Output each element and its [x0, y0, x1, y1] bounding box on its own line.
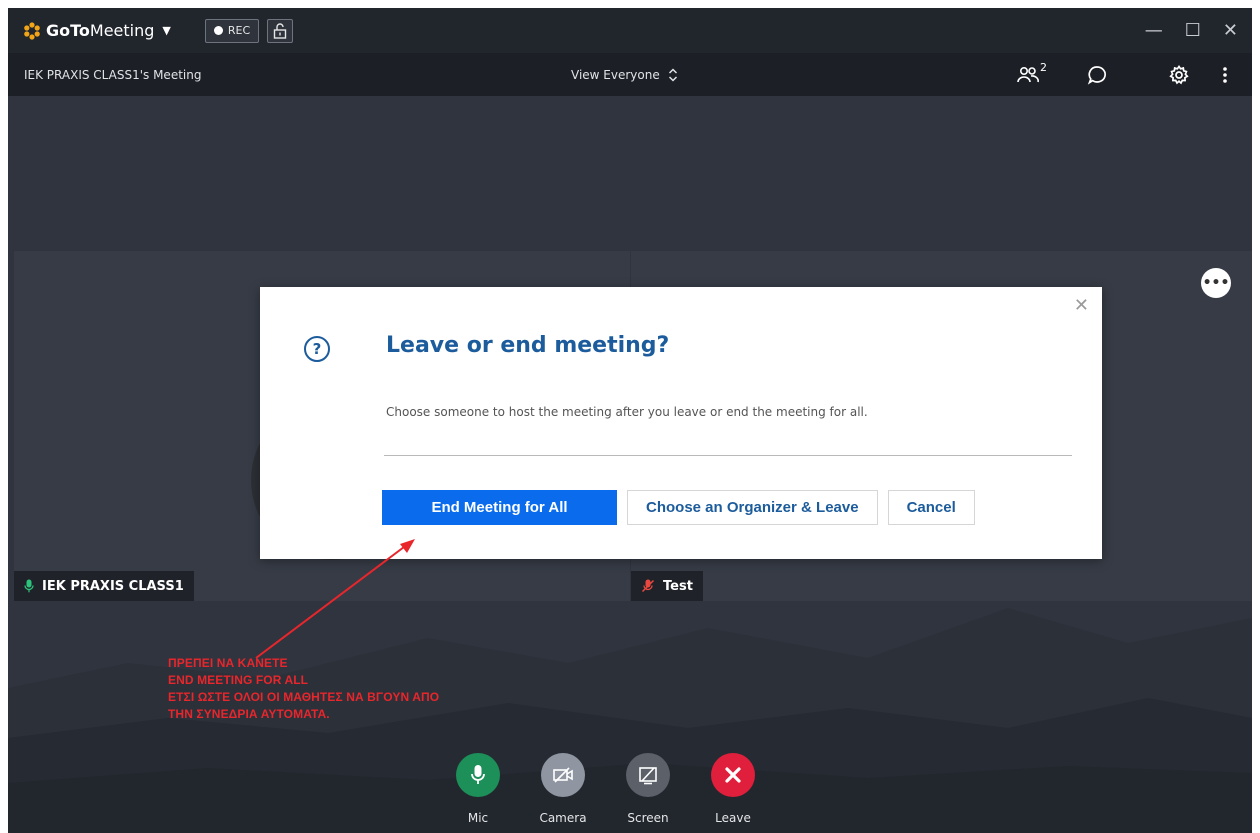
window-controls: — ☐ ✕ [1145, 21, 1238, 40]
logo-text-light: Meeting [89, 21, 155, 40]
chat-button[interactable] [1086, 64, 1108, 86]
camera-label: Camera [539, 811, 587, 825]
view-mode-select[interactable]: View Everyone [571, 53, 678, 96]
screen-share-off-icon [639, 767, 657, 785]
dialog-divider [384, 455, 1072, 456]
microphone-icon [471, 765, 485, 784]
microphone-muted-icon [641, 579, 655, 593]
choose-organizer-leave-button[interactable]: Choose an Organizer & Leave [627, 490, 878, 525]
settings-button[interactable] [1168, 64, 1190, 86]
participant-name: Test [663, 578, 693, 594]
red-annotation-text: ΠΡΕΠΕΙ ΝΑ ΚΑΝΕΤΕ END MEETING FOR ALL ΕΤΣ… [168, 655, 439, 723]
tile-more-options-button[interactable]: ••• [1201, 268, 1231, 298]
participant-name-tag: IEK PRAXIS CLASS1 [14, 571, 194, 601]
leave-label: Leave [715, 811, 751, 825]
logo-text-bold: GoTo [46, 21, 90, 40]
annotation-line: END MEETING FOR ALL [168, 673, 309, 687]
screen-circle[interactable] [626, 753, 670, 797]
leave-button[interactable]: Leave [698, 753, 768, 825]
chat-bubble-icon [1087, 65, 1106, 85]
mic-label: Mic [467, 811, 489, 825]
question-icon: ? [304, 336, 330, 362]
dialog-title: Leave or end meeting? [386, 333, 670, 358]
unlock-icon [273, 22, 287, 39]
app-menu[interactable]: GoTo Meeting ▼ [22, 21, 171, 41]
record-button[interactable]: REC [204, 18, 260, 43]
meeting-title: IEK PRAXIS CLASS1's Meeting [24, 67, 202, 82]
microphone-on-icon [24, 579, 34, 593]
leave-circle[interactable] [711, 753, 755, 797]
end-meeting-for-all-button[interactable]: End Meeting for All [382, 490, 617, 525]
people-icon [1017, 66, 1039, 82]
title-bar: GoTo Meeting ▼ REC — ☐ ✕ [8, 8, 1252, 53]
participant-name: IEK PRAXIS CLASS1 [42, 578, 184, 594]
meeting-controls: Mic Camera Screen Leave [8, 753, 1252, 833]
minimize-icon[interactable]: — [1145, 21, 1163, 40]
gear-icon [1169, 64, 1189, 84]
app-window: GoTo Meeting ▼ REC — ☐ ✕ IEK PRAXIS CLASS… [8, 8, 1252, 833]
close-window-icon[interactable]: ✕ [1223, 21, 1238, 40]
up-down-chevron-icon [668, 67, 677, 82]
dialog-close-icon[interactable]: ✕ [1074, 297, 1089, 315]
caret-down-icon: ▼ [162, 24, 171, 37]
ellipsis-icon: ••• [1202, 275, 1230, 291]
screen-share-button[interactable]: Screen [613, 753, 683, 825]
gotomeeting-logo-icon [24, 21, 40, 40]
annotation-line: ΕΤΣΙ ΩΣΤΕ ΟΛΟΙ ΟΙ ΜΑΘΗΤΕΣ ΝΑ ΒΓΟΥΝ ΑΠΟ [168, 690, 440, 704]
participant-count: 2 [1040, 60, 1047, 74]
dialog-message: Choose someone to host the meeting after… [386, 405, 868, 419]
maximize-icon[interactable]: ☐ [1185, 21, 1201, 40]
record-dot-icon [213, 26, 223, 35]
annotation-line: ΤΗΝ ΣΥΝΕΔΡΙΑ ΑΥΤΟΜΑΤΑ. [168, 707, 330, 721]
view-mode-label: View Everyone [571, 67, 660, 82]
mic-button[interactable]: Mic [443, 753, 513, 825]
participant-name-tag: Test [631, 571, 703, 601]
leave-meeting-dialog: ✕ ? Leave or end meeting? Choose someone… [260, 287, 1102, 559]
lock-meeting-button[interactable] [267, 18, 294, 43]
more-options-button[interactable] [1222, 66, 1228, 84]
dialog-buttons: End Meeting for All Choose an Organizer … [382, 490, 975, 525]
record-label: REC [227, 24, 251, 37]
screen-label: Screen [627, 811, 669, 825]
close-x-icon [725, 767, 741, 783]
cancel-button[interactable]: Cancel [887, 490, 975, 525]
camera-off-icon [553, 767, 573, 783]
camera-circle[interactable] [541, 753, 585, 797]
camera-button[interactable]: Camera [528, 753, 598, 825]
annotation-line: ΠΡΕΠΕΙ ΝΑ ΚΑΝΕΤΕ [168, 656, 288, 670]
kebab-menu-icon [1223, 66, 1227, 83]
meeting-bar-actions: 2 [1016, 53, 1252, 96]
mic-circle[interactable] [456, 753, 500, 797]
meeting-bar: IEK PRAXIS CLASS1's Meeting View Everyon… [8, 53, 1252, 96]
participants-button[interactable]: 2 [1016, 61, 1047, 85]
